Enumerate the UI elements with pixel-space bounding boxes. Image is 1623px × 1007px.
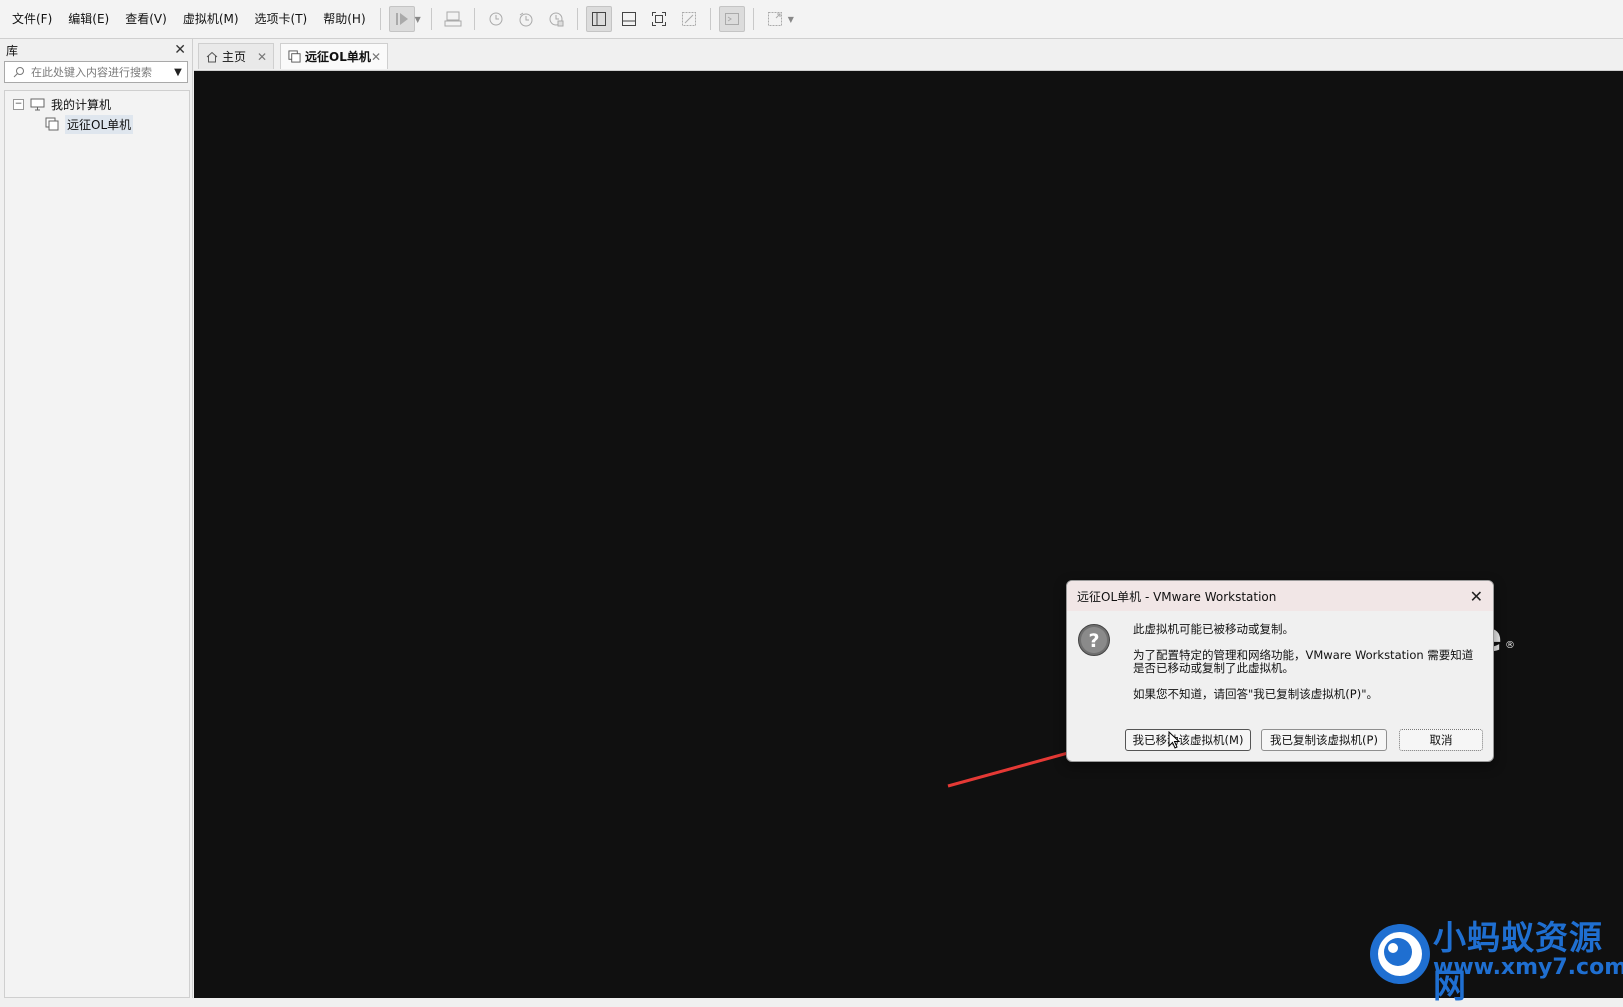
stretch-icon <box>767 12 782 26</box>
tab-home[interactable]: 主页 ✕ <box>198 43 274 69</box>
stretch-guest-button[interactable] <box>762 6 788 32</box>
unity-icon <box>681 12 696 26</box>
menu-edit[interactable]: 编辑(E) <box>60 0 117 38</box>
dialog-message-line: 此虚拟机可能已被移动或复制。 <box>1133 622 1294 636</box>
power-on-button[interactable] <box>388 6 415 32</box>
vm-icon <box>45 117 59 131</box>
unity-button[interactable] <box>676 6 702 32</box>
console-view-button[interactable] <box>718 6 745 32</box>
show-thumbnail-bar-button[interactable] <box>616 6 642 32</box>
search-icon <box>13 67 24 78</box>
tree-item-my-computer[interactable]: − 我的计算机 <box>5 94 189 114</box>
toolbar-divider <box>709 8 711 30</box>
cancel-button[interactable]: 取消 <box>1399 729 1483 751</box>
registered-mark: ® <box>1505 640 1515 651</box>
tree-item-label: 远征OL单机 <box>65 114 134 134</box>
bottom-bar-layout-icon <box>621 12 636 26</box>
library-search-input[interactable] <box>31 63 171 81</box>
collapse-icon[interactable]: − <box>13 98 24 110</box>
library-search-box: ▼ <box>4 61 188 83</box>
toolbar: ▼ ▼ <box>387 0 798 38</box>
menu-view[interactable]: 查看(V) <box>117 0 175 38</box>
toolbar-divider <box>576 8 578 30</box>
console-icon <box>724 13 739 25</box>
library-panel: 库 ✕ ▼ − 我的计算机 远征OL单机 <box>0 39 193 998</box>
dialog-titlebar: 远征OL单机 - VMware Workstation ✕ <box>1067 581 1493 611</box>
library-close-icon[interactable]: ✕ <box>174 42 186 58</box>
send-keys-icon <box>444 11 462 27</box>
library-tree: − 我的计算机 远征OL单机 <box>4 90 190 998</box>
vm-moved-copied-dialog: 远征OL单机 - VMware Workstation ✕ ? 此虚拟机可能已被… <box>1066 580 1494 762</box>
watermark-url: www.xmy7.com <box>1433 955 1623 980</box>
revert-snapshot-button[interactable] <box>513 6 539 32</box>
library-header: 库 ✕ <box>0 39 192 61</box>
tab-vm-label: 远征OL单机 <box>305 50 371 64</box>
send-keys-button[interactable] <box>440 6 466 32</box>
close-tab-icon[interactable]: ✕ <box>257 50 267 64</box>
vm-icon <box>288 50 301 63</box>
toolbar-divider <box>430 8 432 30</box>
menu-bar: 文件(F) 编辑(E) 查看(V) 虚拟机(M) 选项卡(T) 帮助(H) <box>0 0 374 38</box>
snapshot-manager-button[interactable] <box>543 6 569 32</box>
menu-toolbar-bar: 文件(F) 编辑(E) 查看(V) 虚拟机(M) 选项卡(T) 帮助(H) ▼ <box>0 0 1623 39</box>
power-dropdown-icon[interactable]: ▼ <box>415 15 421 24</box>
toolbar-divider <box>379 8 381 30</box>
toolbar-divider <box>752 8 754 30</box>
search-dropdown-icon[interactable]: ▼ <box>171 62 185 82</box>
menu-vm[interactable]: 虚拟机(M) <box>175 0 247 38</box>
snapshot-button[interactable] <box>483 6 509 32</box>
dialog-message-line: 如果您不知道，请回答"我已复制该虚拟机(P)"。 <box>1133 687 1378 701</box>
dialog-message: 此虚拟机可能已被移动或复制。 为了配置特定的管理和网络功能，VMware Wor… <box>1133 623 1475 714</box>
show-library-button[interactable] <box>585 6 612 32</box>
vm-console[interactable] <box>194 71 1623 998</box>
home-icon <box>206 51 218 63</box>
mouse-cursor-icon <box>1168 731 1180 749</box>
snapshot-manager-icon <box>549 12 564 27</box>
menu-file[interactable]: 文件(F) <box>4 0 60 38</box>
library-title: 库 <box>6 43 19 58</box>
dialog-title: 远征OL单机 - VMware Workstation <box>1077 589 1277 604</box>
close-tab-icon[interactable]: ✕ <box>371 50 381 64</box>
dialog-message-line: 为了配置特定的管理和网络功能，VMware Workstation 需要知道是否… <box>1133 648 1474 675</box>
toolbar-divider <box>473 8 475 30</box>
tree-item-label: 我的计算机 <box>51 97 112 112</box>
tab-home-label: 主页 <box>222 50 247 64</box>
i-moved-it-button[interactable]: 我已移动该虚拟机(M) <box>1125 729 1251 751</box>
tree-item-vm[interactable]: 远征OL单机 <box>5 114 189 134</box>
i-copied-it-button[interactable]: 我已复制该虚拟机(P) <box>1261 729 1387 751</box>
dialog-body: ? 此虚拟机可能已被移动或复制。 为了配置特定的管理和网络功能，VMware W… <box>1067 611 1493 761</box>
tab-vm[interactable]: 远征OL单机 ✕ <box>280 43 388 69</box>
question-icon: ? <box>1078 624 1110 656</box>
full-screen-icon <box>651 12 666 26</box>
sidebar-layout-icon <box>591 12 606 26</box>
close-icon[interactable]: ✕ <box>1470 587 1483 606</box>
revert-snapshot-icon <box>519 12 533 27</box>
menu-help[interactable]: 帮助(H) <box>315 0 373 38</box>
full-screen-button[interactable] <box>646 6 672 32</box>
svg-text:?: ? <box>1088 630 1099 652</box>
play-icon <box>395 13 408 25</box>
menu-tabs[interactable]: 选项卡(T) <box>247 0 316 38</box>
computer-icon <box>30 98 45 111</box>
snapshot-icon <box>489 12 503 26</box>
stretch-dropdown-icon[interactable]: ▼ <box>788 15 794 24</box>
tab-bar: 主页 ✕ 远征OL单机 ✕ <box>194 39 1623 71</box>
